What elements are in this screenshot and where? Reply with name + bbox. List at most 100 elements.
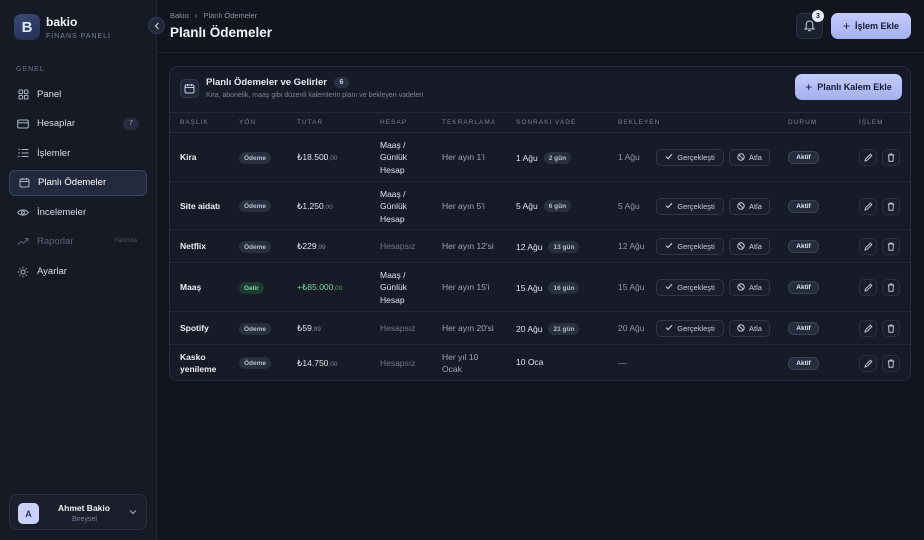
recurrence: Her ayın 1'i [442,152,485,162]
next-due-date: 12 Ağu [516,242,543,252]
skip-button[interactable]: Atla [729,320,770,337]
row-title: Netflix [180,241,206,251]
skip-button[interactable]: Atla [729,238,770,255]
amount: ₺18.500,00 [297,152,338,162]
mark-done-button[interactable]: Gerçekleşti [656,198,724,215]
delete-button[interactable] [882,149,900,166]
days-left-badge: 21 gün [548,323,580,335]
add-transaction-label: İşlem Ekle [854,21,900,31]
sidebar-item-panel[interactable]: Panel [9,81,147,107]
skip-button[interactable]: Atla [729,279,770,296]
nav-section-label: GENEL [16,66,45,73]
sidebar-item-i-ncelemeler[interactable]: İncelemeler [9,199,147,225]
amount: ₺1.250,00 [297,201,333,211]
pending-date: 12 Ağu [618,241,645,251]
chevron-left-icon [154,22,159,29]
pencil-icon [863,320,873,338]
delete-button[interactable] [882,355,900,372]
delete-button[interactable] [882,320,900,337]
trend-icon [17,236,29,248]
column-header: SONRAKİ VADE [516,119,577,126]
mark-done-button[interactable]: Gerçekleşti [656,279,724,296]
brand-name: bakio [46,14,78,29]
breadcrumb-home[interactable]: Bakio [170,11,189,20]
collapse-sidebar-button[interactable] [148,17,165,34]
chevron-down-icon [129,508,137,517]
pending-date: 1 Ağu [618,152,640,162]
card-title-text: Planlı Ödemeler ve Gelirler [206,77,327,88]
add-scheduled-item-button[interactable]: + Planlı Kalem Ekle [795,74,902,100]
delete-button[interactable] [882,198,900,215]
recurrence: Her ayın 12'si [442,241,494,251]
next-due-date: 20 Ağu [516,324,543,334]
status-badge: Aktif [788,281,819,294]
table-row: Maaş Gelir +₺85.000,00 Maaş / Günlük Hesap Her… [170,263,910,312]
amount: +₺85.000,00 [297,282,343,292]
edit-button[interactable] [859,320,877,337]
mark-done-button[interactable]: Gerçekleşti [656,238,724,255]
check-icon [665,202,673,211]
brand-logo: B [14,14,40,40]
next-due-date: 5 Ağu [516,201,538,211]
table-row: Kira Ödeme ₺18.500,00 Maaş / Günlük Hesap Her … [170,133,910,182]
edit-button[interactable] [859,238,877,255]
skip-button[interactable]: Atla [729,198,770,215]
delete-button[interactable] [882,238,900,255]
sidebar: B bakio FİNANS PANELİ GENEL Panel Hesapla… [0,0,157,540]
avatar: A [18,503,39,524]
edit-button[interactable] [859,279,877,296]
sidebar-item-ayarlar[interactable]: Ayarlar [9,259,147,285]
next-due-date: 15 Ağu [516,283,543,293]
account: Hesapsız [380,241,416,251]
days-left-badge: 13 gün [548,241,580,253]
account: Maaş / Günlük Hesap [380,270,407,305]
pencil-icon [863,355,873,373]
pencil-icon [863,198,873,216]
user-role: Bireysel [72,516,97,523]
grid-icon [17,88,29,100]
trash-icon [887,149,895,167]
edit-button[interactable] [859,355,877,372]
pending-date: 20 Ağu [618,323,645,333]
header-divider [157,52,924,53]
edit-button[interactable] [859,198,877,215]
sidebar-item-planlı-ödemeler[interactable]: Planlı Ödemeler [9,169,147,196]
next-due-date: 10 Oca [516,357,544,367]
column-header: HESAP [380,119,408,126]
calendar-icon [18,177,30,189]
ban-icon [737,201,745,212]
column-header: YÖN [239,119,257,126]
account: Maaş / Günlük Hesap [380,140,407,175]
sidebar-item-hesaplar[interactable]: Hesaplar 7 [9,111,147,137]
brand[interactable]: B bakio FİNANS PANELİ [14,14,111,40]
add-scheduled-item-label: Planlı Kalem Ekle [817,82,892,92]
user-name: Ahmet Bakio [58,503,110,513]
days-left-badge: 2 gün [543,152,572,164]
ban-icon [737,241,745,252]
mark-done-button[interactable]: Gerçekleşti [656,320,724,337]
status-badge: Aktif [788,200,819,213]
edit-button[interactable] [859,149,877,166]
delete-button[interactable] [882,279,900,296]
card-subtitle: Kira, abonelik, maaş gibi düzenli kaleml… [206,92,424,99]
row-title: Spotify [180,323,209,333]
bell-icon [804,20,815,32]
amount: ₺59,99 [297,323,321,333]
mark-done-button[interactable]: Gerçekleşti [656,149,724,166]
row-title: Kasko yenileme [180,352,217,374]
pencil-icon [863,279,873,297]
sidebar-item-label: Hesaplar [37,118,76,130]
scheduled-payments-card: Planlı Ödemeler ve Gelirler 6 Kira, abon… [169,66,911,381]
days-left-badge: 6 gün [543,200,572,212]
sidebar-item-label: Planlı Ödemeler [38,177,107,189]
direction-badge: Ödeme [239,323,272,335]
add-transaction-button[interactable]: + İşlem Ekle [831,13,911,39]
page-title: Planlı Ödemeler [170,25,273,40]
breadcrumb-current: Planlı Ödemeler [203,11,258,20]
skip-button[interactable]: Atla [729,149,770,166]
user-card[interactable]: A Ahmet Bakio Bireysel [9,494,147,530]
recurrence: Her ayın 15'i [442,282,490,292]
table-row: Netflix Ödeme ₺229,99 Hesapsız Her ayın 12's… [170,230,910,263]
sidebar-item-i-şlemler[interactable]: İşlemler [9,140,147,166]
next-due-date: 1 Ağu [516,153,538,163]
